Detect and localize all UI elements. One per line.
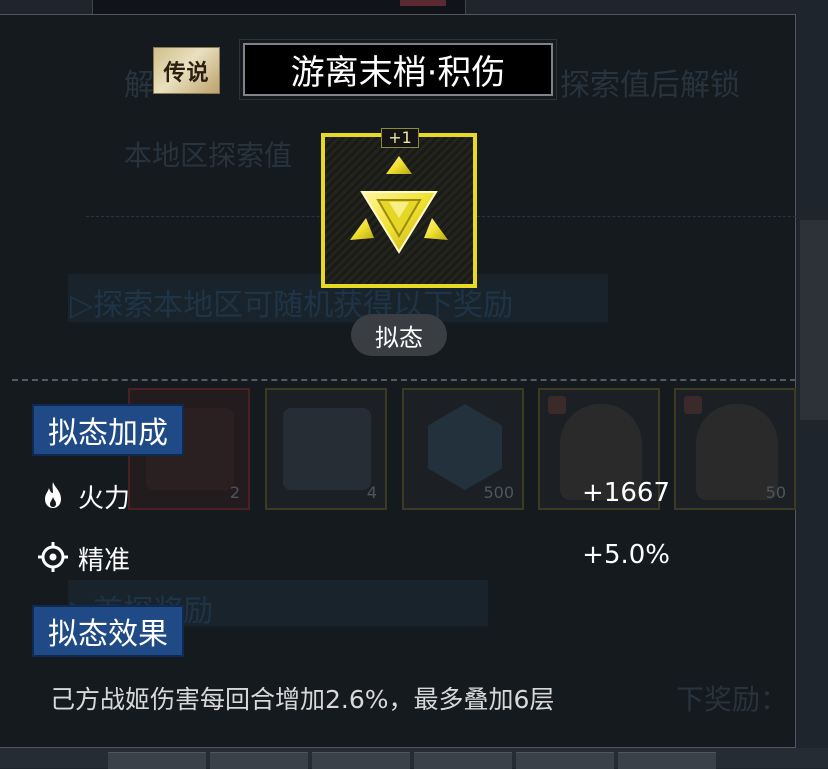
background-bottom-tab — [618, 752, 716, 769]
background-bottom-tab — [210, 752, 308, 769]
background-side-panel — [800, 220, 828, 420]
mimic-title: 游离末梢·积伤 — [239, 39, 557, 100]
background-text: 本地区探索值 — [124, 139, 293, 172]
background-bottom-tab — [414, 752, 512, 769]
bonus-section-label: 拟态加成 — [32, 404, 184, 456]
background-reward-slot: 50 — [674, 388, 796, 510]
flame-icon — [45, 482, 61, 508]
level-badge: +1 — [381, 128, 419, 148]
background-text: 下奖励： — [676, 683, 789, 716]
rarity-badge: 传说 — [153, 47, 220, 94]
background-bottom-tab — [516, 752, 614, 769]
reward-count: 50 — [765, 483, 786, 502]
reward-tag-icon — [684, 396, 702, 414]
golden-triangle-gem-icon — [350, 156, 448, 254]
divider — [12, 379, 796, 381]
stat-value: +5.0% — [582, 540, 670, 570]
stat-row-accuracy: 精准 +5.0% — [38, 540, 670, 576]
background-text: 探索值后解锁 — [560, 68, 740, 103]
background-top-bar-marker — [400, 0, 446, 6]
background-bottom-tab — [312, 752, 410, 769]
stat-row-firepower: 火力 +1667 — [38, 478, 670, 514]
background-bottom-tab — [108, 752, 206, 769]
stat-value: +1667 — [582, 478, 670, 508]
mimic-type-tag: 拟态 — [351, 314, 447, 356]
crosshair-icon — [38, 542, 68, 572]
stat-name: 火力 — [78, 484, 131, 514]
effect-section-label: 拟态效果 — [32, 605, 184, 657]
background-text: 解 — [124, 68, 154, 103]
reward-tag-icon — [548, 396, 566, 414]
effect-description: 己方战姬伤害每回合增加2.6%，最多叠加6层 — [50, 685, 555, 714]
stat-name: 精准 — [78, 546, 131, 576]
